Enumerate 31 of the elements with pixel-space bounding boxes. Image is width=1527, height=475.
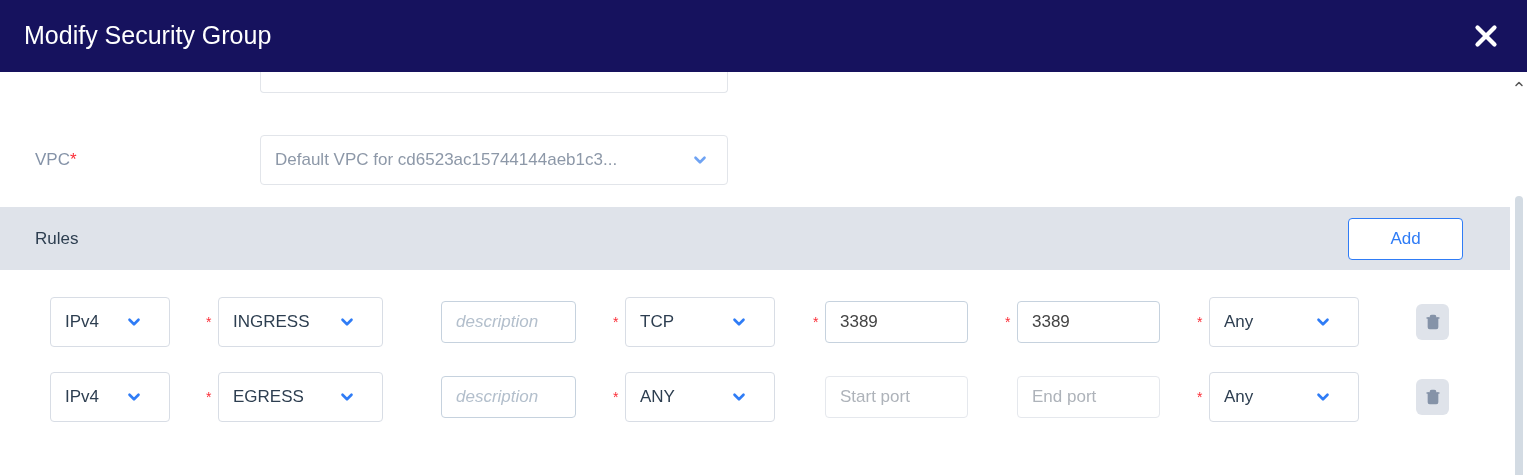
direction-select[interactable]: EGRESS xyxy=(218,372,383,422)
ether-type-select[interactable]: IPv4 xyxy=(50,297,170,347)
remote-select[interactable]: Any xyxy=(1209,297,1359,347)
text-field[interactable] xyxy=(260,72,728,93)
dialog-title: Modify Security Group xyxy=(24,20,272,52)
required-mark: * xyxy=(1197,313,1203,332)
required-mark: * xyxy=(813,313,819,332)
trash-icon xyxy=(1424,389,1441,405)
scrollbar-thumb[interactable] xyxy=(1514,196,1523,475)
remote-select[interactable]: Any xyxy=(1209,372,1359,422)
required-mark: * xyxy=(206,388,212,407)
required-mark: * xyxy=(613,313,619,332)
delete-button[interactable] xyxy=(1416,304,1449,340)
trash-icon xyxy=(1424,314,1441,330)
description-field[interactable]: description xyxy=(441,301,576,343)
description-field[interactable]: description xyxy=(441,376,576,418)
delete-button[interactable] xyxy=(1416,379,1449,415)
required-mark: * xyxy=(69,149,77,172)
required-mark: * xyxy=(613,388,619,407)
field-label: VPC xyxy=(35,149,70,172)
direction-select[interactable]: INGRESS xyxy=(218,297,383,347)
protocol-select[interactable]: TCP xyxy=(625,297,775,347)
required-mark: * xyxy=(1197,388,1203,407)
add-button[interactable]: Add xyxy=(1348,217,1463,260)
section-title: Rules xyxy=(35,227,79,250)
required-mark: * xyxy=(206,313,212,332)
protocol-select[interactable]: ANY xyxy=(625,372,775,422)
ether-type-select[interactable]: IPv4 xyxy=(50,372,170,422)
port-field[interactable]: 3389 xyxy=(1017,301,1160,343)
port-field[interactable]: 3389 xyxy=(825,301,968,343)
required-mark: * xyxy=(1005,313,1011,332)
